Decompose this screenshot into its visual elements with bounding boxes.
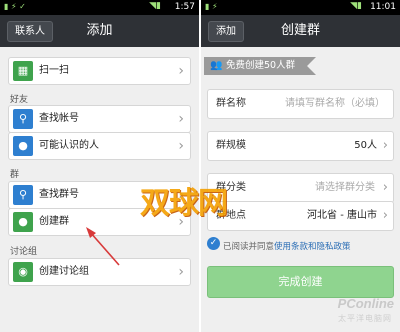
group-search-icon: ⚲ — [13, 185, 33, 205]
group-category-row[interactable]: 群分类 请选择群分类 › — [207, 173, 394, 203]
section-friends: 好友 — [10, 95, 29, 105]
group-location-row[interactable]: 群地点 河北省 - 唐山市 › — [207, 201, 394, 231]
scan-label: 扫一扫 — [39, 65, 69, 76]
create-group-label: 创建群 — [39, 216, 69, 227]
create-discussion-label: 创建讨论组 — [39, 266, 89, 277]
find-account-label: 查找帐号 — [39, 113, 79, 124]
check-icon[interactable]: ✓ — [207, 237, 220, 250]
site-watermark: 双球网 — [140, 187, 228, 220]
terms-link[interactable]: 使用条款和隐私政策 — [274, 242, 351, 252]
scan-icon: ▦ — [13, 61, 33, 81]
status-time: 11:01 — [370, 2, 396, 12]
agree-prefix: 已阅读并同意 — [223, 242, 275, 252]
status-bar: ▮ ⚡ ◥▮ 11:01 — [201, 0, 400, 15]
status-bar: ▮ ⚡ ✓ ◥▮ 1:57 — [0, 0, 199, 15]
may-know-label: 可能认识的人 — [39, 140, 99, 151]
status-time: 1:57 — [174, 2, 195, 12]
title-bar: 添加 创建群 — [201, 15, 400, 47]
find-group-label: 查找群号 — [39, 189, 79, 200]
pconline-sub-watermark: 太平洋电脑网 — [338, 314, 392, 323]
chevron-right-icon: › — [382, 138, 388, 153]
notification-icons: ▮ ⚡ — [205, 2, 218, 11]
chevron-right-icon: › — [178, 138, 184, 154]
scan-row[interactable]: ▦ 扫一扫 › — [8, 57, 191, 85]
group-name-label: 群名称 — [216, 98, 246, 109]
group-size-value: 50人 — [354, 140, 377, 151]
title-bar: 联系人 添加 — [0, 15, 199, 47]
chevron-right-icon: › — [178, 111, 184, 127]
page-title: 创建群 — [280, 23, 320, 38]
signal-icon: ◥▮ — [149, 1, 161, 11]
group-name-placeholder: 请填写群名称（必填） — [285, 98, 385, 109]
pconline-watermark: PConline — [337, 296, 394, 311]
section-discussion: 讨论组 — [10, 247, 38, 257]
group-size-row[interactable]: 群规模 50人 › — [207, 131, 394, 161]
chevron-right-icon: › — [178, 63, 184, 79]
free-group-banner: 👥 免费创建50人群 — [204, 57, 316, 75]
page-title: 添加 — [86, 23, 113, 38]
search-icon: ⚲ — [13, 109, 33, 129]
left-screen: ▮ ⚡ ✓ ◥▮ 1:57 联系人 添加 ▦ 扫一扫 › 好友 ⚲ 查找帐号 ›… — [0, 0, 199, 332]
create-discussion-row[interactable]: ◉ 创建讨论组 › — [8, 258, 191, 286]
right-screen: ▮ ⚡ ◥▮ 11:01 添加 创建群 👥 免费创建50人群 群名称 请填写群名… — [201, 0, 400, 332]
add-group-icon: ● — [13, 212, 33, 232]
group-location-value: 河北省 - 唐山市 — [307, 210, 377, 221]
group-name-field[interactable]: 群名称 请填写群名称（必填） — [207, 89, 394, 119]
chat-bubble-icon: ◉ — [13, 262, 33, 282]
agreement-text: 已阅读并同意使用条款和隐私政策 — [223, 240, 351, 252]
banner-text: 免费创建50人群 — [226, 60, 296, 71]
group-banner-icon: 👥 — [210, 60, 223, 71]
group-size-label: 群规模 — [216, 140, 246, 151]
notification-icons: ▮ ⚡ ✓ — [4, 2, 26, 11]
section-group: 群 — [10, 170, 20, 180]
group-category-placeholder: 请选择群分类 — [315, 182, 375, 193]
find-account-row[interactable]: ⚲ 查找帐号 › — [8, 105, 191, 133]
finish-create-button[interactable]: 完成创建 — [207, 266, 394, 298]
signal-icon: ◥▮ — [350, 1, 362, 11]
chevron-right-icon: › — [382, 208, 388, 223]
may-know-row[interactable]: ● 可能认识的人 › — [8, 132, 191, 160]
person-icon: ● — [13, 136, 33, 156]
chevron-right-icon: › — [178, 264, 184, 280]
chevron-right-icon: › — [382, 180, 388, 195]
